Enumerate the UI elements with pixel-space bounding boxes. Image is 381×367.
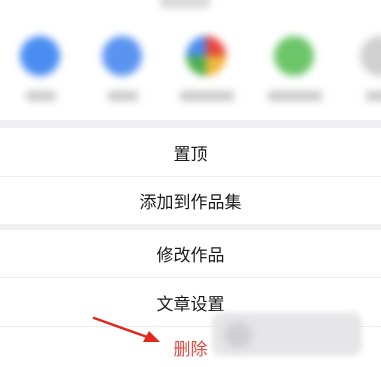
share-target-label xyxy=(268,91,322,101)
share-target-4[interactable] xyxy=(266,36,326,106)
share-panel xyxy=(0,0,381,120)
share-target-blue-icon xyxy=(20,36,60,76)
share-target-green-icon xyxy=(274,36,314,76)
add-to-collection-button[interactable]: 添加到作品集 xyxy=(0,176,381,224)
share-target-label xyxy=(26,91,56,101)
share-panel-blurred-content xyxy=(0,0,381,120)
share-target-2[interactable] xyxy=(94,36,154,106)
edit-work-button[interactable]: 修改作品 xyxy=(0,230,381,277)
share-target-1[interactable] xyxy=(12,36,72,106)
share-target-blue-icon xyxy=(102,36,142,76)
share-target-multicolor-icon xyxy=(186,36,226,76)
share-target-gray-icon xyxy=(360,36,381,76)
pin-to-top-button[interactable]: 置顶 xyxy=(0,128,381,176)
action-group-primary: 置顶 添加到作品集 xyxy=(0,128,381,224)
share-target-label xyxy=(180,91,234,101)
share-action-sheet-screen: 置顶 添加到作品集 修改作品 文章设置 删除 xyxy=(0,0,381,367)
share-target-3[interactable] xyxy=(178,36,238,106)
share-target-label xyxy=(108,91,138,101)
blurred-overlay-spot xyxy=(224,322,252,348)
share-panel-title xyxy=(160,0,210,8)
share-target-label xyxy=(366,91,381,101)
share-target-5[interactable] xyxy=(352,36,381,106)
